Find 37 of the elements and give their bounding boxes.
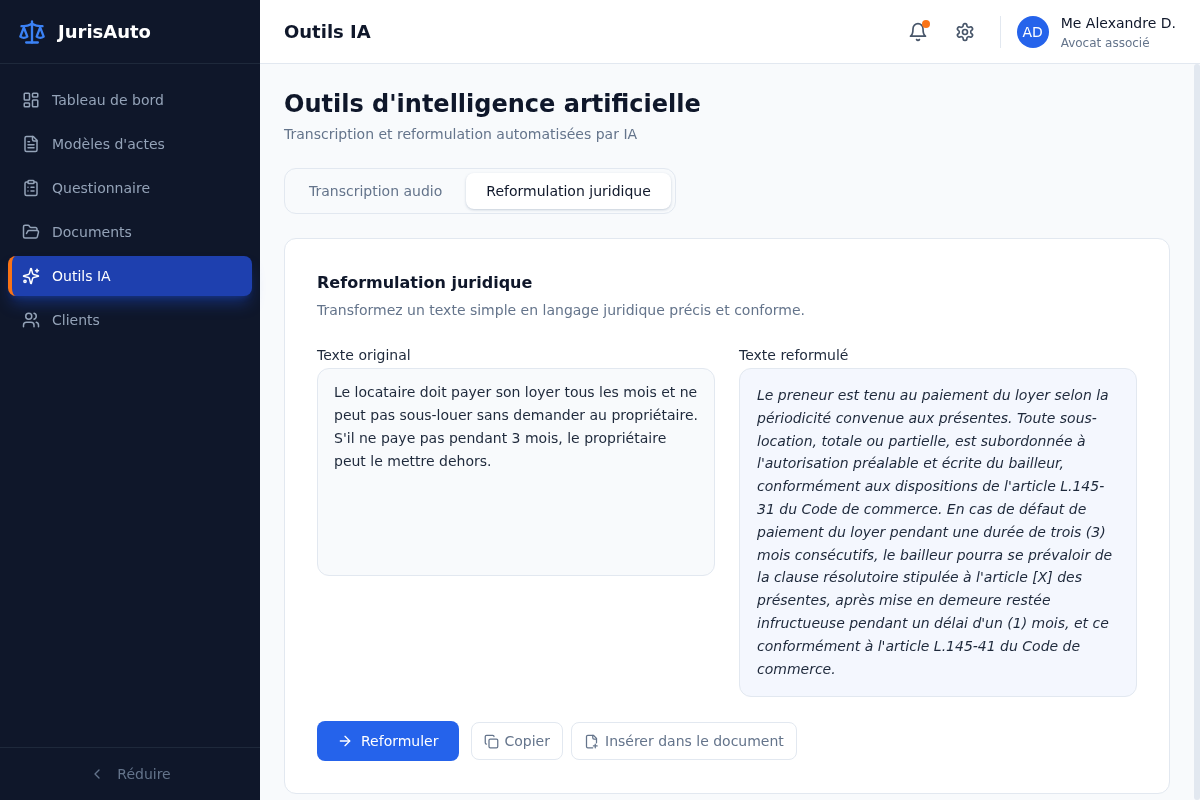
card-title: Reformulation juridique <box>317 272 534 294</box>
tab[interactable]: Transcription audio <box>289 173 463 209</box>
action-button[interactable]: Insérer dans le document <box>571 722 797 761</box>
card-description: Transformez un texte simple en langage juridique précis et conforme. <box>317 301 806 320</box>
action-button[interactable]: Reformuler <box>317 721 459 762</box>
dashboard-icon <box>22 91 40 109</box>
action-button[interactable]: Copier <box>470 722 563 761</box>
page-title: Outils d'intelligence artificielle <box>284 89 702 120</box>
header-title: Outils IA <box>284 20 371 44</box>
sidebar-item[interactable]: Questionnaire <box>8 168 252 208</box>
clipboard-list-icon <box>22 179 40 197</box>
users-icon <box>22 311 40 329</box>
settings-icon <box>954 21 975 42</box>
reformulated-text: Le preneur est tenu au paiement du loyer selon la périodicité convenue aux présentes. Toute sous-location, totale ou partielle, est subordonnée à l'autorisation préalable et écrite du bailleur, conformément aux dispositions de l'article L.145-31 du Code de commerce. En cas de défaut de paiement du loyer pendant une durée de trois (3) mois consécutifs, le bailleur pourra se prévaloir de la clause résolutoire stipulée à l'article [X] des présentes, après mise en demeure restée infructueuse pendant un délai d'un (1) mois, et ce conformément à l'article L.145-41 du Code de commerce. <box>739 368 1137 698</box>
field-label: Texte original <box>317 346 412 365</box>
original-text-field[interactable]: Le locataire doit payer son loyer tous les mois et ne peut pas sous-louer sans demander au propriétaire. S'il ne paye pas pendant 3 mois, le propriétaire peut le mettre dehors. <box>317 368 715 576</box>
document-plus-icon <box>584 733 599 749</box>
bell-icon <box>907 21 928 42</box>
sidebar-item[interactable]: Modèles d'actes <box>8 124 252 164</box>
field-label: Texte reformulé <box>739 346 850 365</box>
sidebar-item[interactable]: Outils IA <box>8 256 252 296</box>
sparkles-icon <box>22 267 40 285</box>
scrollbar[interactable] <box>1194 64 1200 800</box>
brand-name: JurisAuto <box>58 20 151 44</box>
user-name: Me Alexandre D. <box>1060 13 1176 33</box>
scale-icon <box>18 17 46 46</box>
user-avatar[interactable]: AD <box>1016 15 1049 48</box>
sidebar-item[interactable]: Tableau de bord <box>8 80 252 120</box>
sidebar-item[interactable]: Clients <box>8 300 252 340</box>
document-icon <box>22 135 40 153</box>
folder-icon <box>22 223 40 241</box>
user-role: Avocat associé <box>1060 34 1151 51</box>
tab[interactable]: Reformulation juridique <box>466 173 671 209</box>
sidebar-item[interactable]: Documents <box>8 212 252 252</box>
copy-icon <box>483 733 499 749</box>
page-subtitle: Transcription et reformulation automatisées par IA <box>284 125 639 144</box>
collapse-button[interactable]: Réduire <box>89 764 171 784</box>
